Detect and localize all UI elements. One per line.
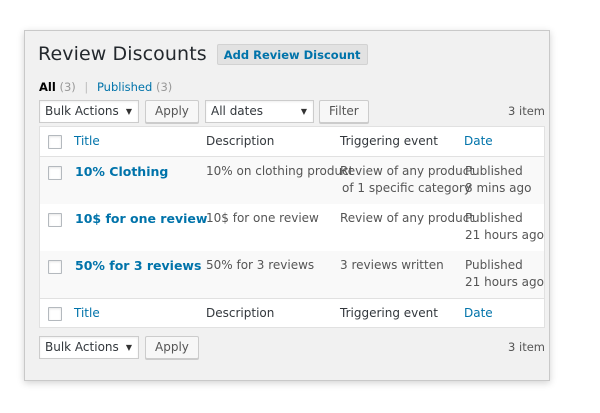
select-all-checkbox-footer[interactable] — [48, 307, 62, 321]
row-time: 8 mins ago — [465, 181, 532, 195]
row-description: 10$ for one review — [206, 211, 319, 225]
row-status: Published — [465, 211, 523, 225]
tablenav-top: Bulk Actions ▼ Apply All dates ▼ Filter … — [39, 100, 545, 124]
items-count-top: 3 item — [508, 104, 545, 118]
filter-published-link[interactable]: Published — [97, 80, 152, 94]
column-title-header[interactable]: Title — [74, 133, 100, 150]
row-title-link[interactable]: 10% Clothing — [75, 163, 168, 180]
row-time: 21 hours ago — [465, 275, 544, 289]
row-checkbox[interactable] — [48, 166, 62, 180]
column-title-footer[interactable]: Title — [74, 305, 100, 322]
row-event-line2: of 1 specific category — [342, 181, 472, 195]
dates-select[interactable]: All dates ▼ — [205, 100, 314, 123]
bulk-actions-value: Bulk Actions — [45, 104, 119, 118]
items-count-bottom: 3 item — [508, 340, 545, 354]
chevron-down-icon: ▼ — [125, 107, 132, 116]
table-footer-row: Title Description Triggering event Date — [40, 298, 544, 328]
status-filter-links: All (3) | Published (3) — [39, 80, 172, 94]
column-event-footer: Triggering event — [340, 306, 438, 320]
chevron-down-icon: ▼ — [125, 343, 132, 352]
table-row: 10$ for one review 10$ for one review Re… — [40, 204, 544, 251]
column-date-header[interactable]: Date — [464, 133, 493, 150]
select-all-checkbox[interactable] — [48, 135, 62, 149]
row-event-line1: 3 reviews written — [340, 258, 444, 272]
table-header-row: Title Description Triggering event Date — [40, 127, 544, 157]
bulk-actions-select-top[interactable]: Bulk Actions ▼ — [39, 100, 139, 123]
dates-value: All dates — [211, 104, 264, 118]
page-title: Review Discounts — [38, 43, 207, 65]
row-title-link[interactable]: 50% for 3 reviews — [75, 257, 201, 274]
row-time: 21 hours ago — [465, 228, 544, 242]
filter-button[interactable]: Filter — [319, 100, 369, 123]
apply-button-bottom[interactable]: Apply — [145, 336, 199, 359]
tablenav-bottom: Bulk Actions ▼ Apply 3 item — [39, 336, 545, 360]
row-checkbox[interactable] — [48, 213, 62, 227]
filter-published-count: (3) — [155, 80, 173, 94]
filter-all-link[interactable]: All — [39, 80, 56, 94]
row-checkbox[interactable] — [48, 260, 62, 274]
discounts-table: Title Description Triggering event Date … — [39, 126, 545, 328]
column-description-footer: Description — [206, 306, 275, 320]
row-description: 10% on clothing product — [206, 164, 354, 178]
column-date-footer[interactable]: Date — [464, 305, 493, 322]
row-event-line1: Review of any product — [340, 164, 475, 178]
filter-separator: | — [84, 80, 89, 94]
title-row: Review Discounts Add Review Discount — [38, 41, 368, 67]
apply-button-top[interactable]: Apply — [145, 100, 199, 123]
column-event-header: Triggering event — [340, 134, 438, 148]
bulk-actions-value: Bulk Actions — [45, 340, 119, 354]
column-description-header: Description — [206, 134, 275, 148]
row-status: Published — [465, 258, 523, 272]
admin-panel: Review Discounts Add Review Discount All… — [24, 30, 550, 381]
filter-all-count: (3) — [59, 80, 76, 94]
row-description: 50% for 3 reviews — [206, 258, 315, 272]
bulk-actions-select-bottom[interactable]: Bulk Actions ▼ — [39, 336, 139, 359]
row-status: Published — [465, 164, 523, 178]
row-title-link[interactable]: 10$ for one review — [75, 210, 207, 227]
chevron-down-icon: ▼ — [300, 107, 307, 116]
table-row: 10% Clothing 10% on clothing product Rev… — [40, 157, 544, 204]
table-row: 50% for 3 reviews 50% for 3 reviews 3 re… — [40, 251, 544, 298]
add-review-discount-button[interactable]: Add Review Discount — [216, 43, 368, 65]
row-event-line1: Review of any product — [340, 211, 475, 225]
